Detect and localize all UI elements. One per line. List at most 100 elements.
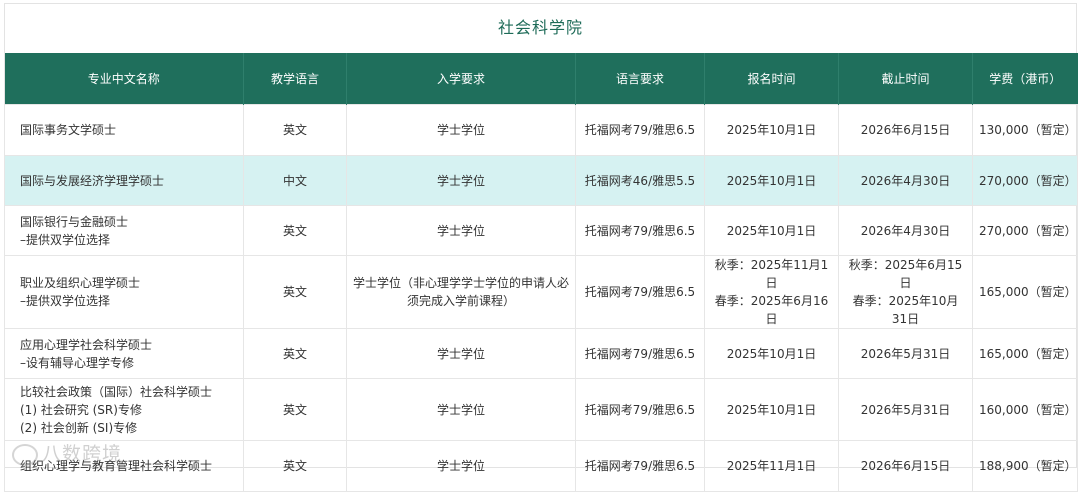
header-row: 专业中文名称 教学语言 入学要求 语言要求 报名时间 截止时间 学费（港币） [4,53,1078,105]
table-header: 专业中文名称 教学语言 入学要求 语言要求 报名时间 截止时间 学费（港币） [4,53,1078,105]
table-row: 国际银行与金融硕士 –提供双学位选择 英文 学士学位 托福网考79/雅思6.5 2025年… [4,205,1078,256]
cell-teaching-language: 英文 [243,255,347,329]
cell-admission-requirement: 学士学位 [346,155,576,206]
cell-tuition: 160,000（暂定） [972,378,1078,441]
cell-language-requirement: 托福网考79/雅思6.5 [575,104,705,156]
cell-admission-requirement: 学士学位 [346,205,576,256]
cell-admission-requirement-line: 学士学位 [436,123,485,137]
cell-admission-requirement-line: 学士学位 [436,459,485,473]
cell-language-requirement: 托福网考79/雅思6.5 [575,255,705,329]
cell-program-name: 应用心理学社会科学硕士 –设有辅导心理学专修 [4,328,244,379]
cell-admission-requirement-line: 学士学位 [436,173,485,188]
header-deadline: 截止时间 [838,53,973,105]
cell-tuition: 270,000（暂定） [972,205,1078,256]
cell-application-open: 秋季：2025年11月1日 春季：2025年6月16日 [704,255,839,329]
cell-teaching-language: 英文 [243,205,347,256]
cell-application-open-line: 春季：2025年6月16日 [714,294,829,326]
cell-tuition: 270,000（暂定） [972,155,1078,206]
cell-deadline-line: 2026年6月15日 [860,459,951,473]
cell-teaching-language: 英文 [243,104,347,156]
cell-program-name-line: –提供双学位选择 [20,232,111,247]
cell-program-name-line: 国际银行与金融硕士 [20,214,129,229]
cell-program-name-line: –提供双学位选择 [20,294,111,308]
cell-application-open-line: 2025年10月1日 [726,223,817,238]
cell-program-name-line: 应用心理学社会科学硕士 [20,337,153,352]
cell-deadline-line: 春季：2025年10月31日 [852,294,959,326]
cell-deadline: 秋季：2025年6月15日 春季：2025年10月31日 [838,255,973,329]
programs-table: 专业中文名称 教学语言 入学要求 语言要求 报名时间 截止时间 学费（港币） 国… [4,53,1078,492]
cell-application-open-line: 2025年11月1日 [726,459,817,473]
table-row: 组织心理学与教育管理社会科学硕士 英文 学士学位 托福网考79/雅思6.5 2025年1… [4,440,1078,492]
cell-language-requirement: 托福网考46/雅思5.5 [575,155,705,206]
cell-application-open-line: 2025年10月1日 [726,173,817,188]
cell-program-name: 国际银行与金融硕士 –提供双学位选择 [4,205,244,256]
cell-program-name-line: 国际与发展经济学理学硕士 [20,173,165,188]
cell-application-open: 2025年10月1日 [704,104,839,156]
header-program-name: 专业中文名称 [4,53,244,105]
cell-admission-requirement: 学士学位 [346,378,576,441]
table-body: 国际事务文学硕士 英文 学士学位 托福网考79/雅思6.5 2025年10月1日 2026… [4,104,1078,492]
cell-program-name: 国际与发展经济学理学硕士 [4,155,244,206]
table-row: 应用心理学社会科学硕士 –设有辅导心理学专修 英文 学士学位 托福网考79/雅思6.5 2… [4,328,1078,379]
cell-language-requirement: 托福网考79/雅思6.5 [575,205,705,256]
header-admission-requirement: 入学要求 [346,53,576,105]
cell-program-name-line: 国际事务文学硕士 [20,123,117,137]
cell-deadline: 2026年5月31日 [838,328,973,379]
cell-application-open: 2025年10月1日 [704,155,839,206]
cell-language-requirement: 托福网考79/雅思6.5 [575,440,705,492]
table-row: 国际事务文学硕士 英文 学士学位 托福网考79/雅思6.5 2025年10月1日 2026… [4,104,1078,156]
cell-admission-requirement-line: 须完成入学前课程） [406,294,515,308]
cell-tuition: 165,000（暂定） [972,255,1078,329]
cell-program-name-line: 职业及组织心理学硕士 [20,276,141,290]
cell-deadline-line: 2026年5月31日 [860,402,951,417]
cell-application-open: 2025年10月1日 [704,328,839,379]
cell-application-open-line: 2025年10月1日 [726,123,817,137]
cell-teaching-language: 英文 [243,440,347,492]
cell-teaching-language: 英文 [243,378,347,441]
table-row: 职业及组织心理学硕士 –提供双学位选择 英文 学士学位（非心理学学士学位的申请人必 须完… [4,255,1078,329]
cell-teaching-language: 英文 [243,328,347,379]
cell-admission-requirement: 学士学位 [346,328,576,379]
cell-application-open-line: 秋季：2025年11月1日 [714,258,829,290]
cell-program-name-line: (1) 社会研究 (SR)专修 [20,402,142,417]
header-teaching-language: 教学语言 [243,53,347,105]
cell-program-name-line: (2) 社会创新 (SI)专修 [20,420,138,435]
cell-tuition: 188,900（暂定） [972,440,1078,492]
cell-deadline: 2026年6月15日 [838,440,973,492]
cell-deadline-line: 2026年5月31日 [860,346,951,361]
cell-admission-requirement: 学士学位 [346,440,576,492]
cell-admission-requirement: 学士学位 [346,104,576,156]
cell-program-name: 比较社会政策（国际）社会科学硕士 (1) 社会研究 (SR)专修 (2) 社会创新 … [4,378,244,441]
cell-admission-requirement-line: 学士学位 [436,346,485,361]
cell-admission-requirement-line: 学士学位（非心理学学士学位的申请人必 [353,276,570,290]
cell-application-open-line: 2025年10月1日 [726,402,817,417]
cell-deadline-line: 2026年4月30日 [860,223,951,238]
cell-deadline: 2026年4月30日 [838,205,973,256]
cell-program-name-line: –设有辅导心理学专修 [20,355,135,370]
cell-admission-requirement-line: 学士学位 [436,402,485,417]
page-title: 社会科学院 [497,18,583,37]
cell-program-name: 职业及组织心理学硕士 –提供双学位选择 [4,255,244,329]
header-application-open: 报名时间 [704,53,839,105]
cell-program-name: 国际事务文学硕士 [4,104,244,156]
cell-application-open: 2025年11月1日 [704,440,839,492]
cell-application-open-line: 2025年10月1日 [726,346,817,361]
cell-teaching-language: 中文 [243,155,347,206]
header-tuition: 学费（港币） [972,53,1078,105]
cell-application-open: 2025年10月1日 [704,378,839,441]
cell-admission-requirement: 学士学位（非心理学学士学位的申请人必 须完成入学前课程） [346,255,576,329]
cell-deadline-line: 秋季：2025年6月15日 [848,258,963,290]
cell-tuition: 130,000（暂定） [972,104,1078,156]
cell-program-name-line: 比较社会政策（国际）社会科学硕士 [20,384,213,399]
cell-deadline-line: 2026年4月30日 [860,173,951,188]
cell-deadline: 2026年4月30日 [838,155,973,206]
table-row: 比较社会政策（国际）社会科学硕士 (1) 社会研究 (SR)专修 (2) 社会创新 … [4,378,1078,441]
cell-deadline: 2026年5月31日 [838,378,973,441]
cell-deadline: 2026年6月15日 [838,104,973,156]
cell-admission-requirement-line: 学士学位 [436,223,485,238]
cell-application-open: 2025年10月1日 [704,205,839,256]
cell-tuition: 165,000（暂定） [972,328,1078,379]
cell-deadline-line: 2026年6月15日 [860,123,951,137]
table-row: 国际与发展经济学理学硕士 中文 学士学位 托福网考46/雅思5.5 2025年10月1日… [4,155,1078,206]
header-language-requirement: 语言要求 [575,53,705,105]
